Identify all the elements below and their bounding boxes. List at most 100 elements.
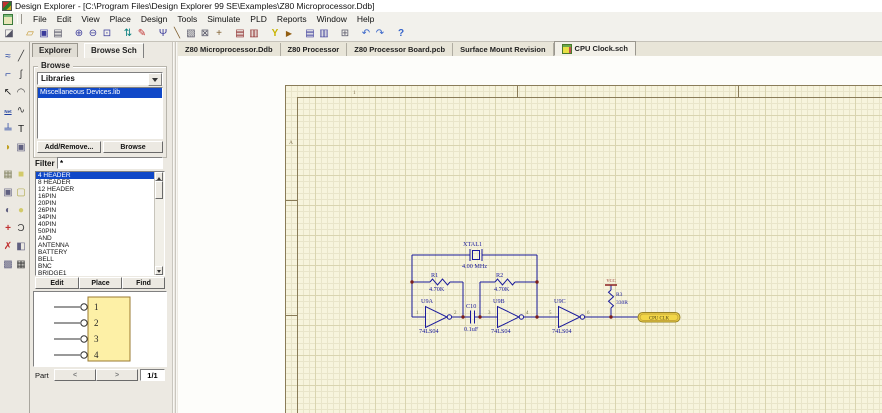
capacitor-symbol[interactable] [471,311,475,324]
bus-tool-icon[interactable]: ⌐ [2,67,15,82]
scroll-up-icon[interactable] [155,172,163,181]
component-list-item[interactable]: BNC [36,263,164,270]
component-list-item[interactable]: 20PIN [36,200,164,207]
inner-rect-tool-icon[interactable]: ▣ [2,185,15,200]
select-area-icon[interactable]: ▧ [184,26,198,41]
chevron-down-icon[interactable] [148,73,162,86]
menu-simulate[interactable]: Simulate [202,12,245,26]
menu-grip-handle[interactable] [17,14,22,24]
inverter-symbols[interactable] [426,307,585,328]
doc-tab-cpu-clock-sch[interactable]: CPU Clock.sch [554,41,636,56]
power-port-tool-icon[interactable]: ╧ [2,122,15,137]
sheet-symbol-tool-icon[interactable]: ▣ [15,140,28,155]
menu-edit[interactable]: Edit [52,12,77,26]
drawing-tools-icon[interactable]: ╲ [170,26,184,41]
scroll-down-icon[interactable] [155,266,163,275]
crystal-symbol[interactable] [470,249,482,261]
open-document-icon[interactable]: ▱ [23,26,37,41]
redo-icon[interactable]: ↷ [373,26,387,41]
browse-library-icon[interactable]: ▤ [233,26,247,41]
doc-tab-z80-processor-board-pcb[interactable]: Z80 Processor Board.pcb [347,43,453,56]
component-list-item[interactable]: BELL [36,256,164,263]
doc-tab-z80-processor[interactable]: Z80 Processor [281,43,348,56]
tab-explorer[interactable]: Explorer [32,43,78,57]
arc-tool-icon[interactable]: ◠ [15,85,28,100]
component-list-item[interactable]: ANTENNA [36,242,164,249]
grid-tool-icon[interactable]: ▦ [15,257,28,272]
find-button[interactable]: Find [122,277,165,289]
zoom-all-icon[interactable]: ⊡ [100,26,114,41]
scroll-thumb[interactable] [155,181,163,199]
component-list-item[interactable]: 16PIN [36,193,164,200]
redraw-icon[interactable]: ✎ [135,26,149,41]
doc-tab-z80-microprocessor-ddb[interactable]: Z80 Microprocessor.Ddb [178,43,281,56]
tab-browse-sch[interactable]: Browse Sch [84,43,144,58]
rect-tool-icon[interactable]: ▦ [2,167,15,182]
menu-help[interactable]: Help [352,12,379,26]
menu-design[interactable]: Design [136,12,172,26]
schematic-canvas[interactable]: 1 A [178,56,882,413]
ellipse-tool-icon[interactable]: ● [15,203,28,218]
run-icon[interactable]: ▶ [282,26,296,41]
wire-tool-icon[interactable]: ≈ [2,49,15,64]
filled-rect-tool-icon[interactable]: ■ [15,167,28,182]
help-icon[interactable]: ? [394,26,408,41]
browse-button[interactable]: Browse [103,141,163,153]
component-list[interactable]: 4 HEADER 8 HEADER 12 HEADER 16PIN 20PIN … [35,171,165,276]
curve-tool-icon[interactable]: ʃ [15,67,28,82]
line-tool-icon[interactable]: ╱ [15,49,28,64]
component-list-item[interactable]: BATTERY [36,249,164,256]
add-remove-button[interactable]: Add/Remove... [37,141,101,153]
paste-array-icon[interactable]: ⊞ [338,26,352,41]
text-tool-icon[interactable]: T [15,122,28,137]
place-button[interactable]: Place [79,277,122,289]
menu-file[interactable]: File [28,12,52,26]
menu-window[interactable]: Window [312,12,352,26]
panel-splitter[interactable] [170,42,178,413]
browse-library-alt-icon[interactable]: ▥ [247,26,261,41]
active-document-icon[interactable] [3,14,13,25]
undo-icon[interactable]: ↶ [359,26,373,41]
wires[interactable] [412,255,638,317]
resistor-symbols[interactable] [430,279,614,308]
component-list-item[interactable]: BRIDGE1 [36,270,164,276]
deselect-icon[interactable]: ⊠ [198,26,212,41]
half-ellipse-tool-icon[interactable]: ◐ [2,203,15,218]
open-arc-tool-icon[interactable]: Ɔ [15,221,28,236]
delete-tool-icon[interactable]: ✗ [2,239,15,254]
component-list-scrollbar[interactable] [154,172,164,275]
zoom-in-icon[interactable]: ⊕ [72,26,86,41]
move-item-icon[interactable]: + [212,26,226,41]
menu-reports[interactable]: Reports [272,12,312,26]
component-list-item[interactable]: 34PIN [36,214,164,221]
vcc-power-port[interactable]: VCC [605,278,617,285]
wiring-tools-icon[interactable]: Ψ [156,26,170,41]
print-icon[interactable]: ▤ [51,26,65,41]
next-part-button[interactable]: > [96,369,138,381]
component-list-item[interactable]: AND [36,235,164,242]
doc-tab-surface-mount-revision[interactable]: Surface Mount Revision [453,43,553,56]
component-list-item[interactable]: 8 HEADER [36,179,164,186]
filter-input[interactable] [57,157,163,169]
zoom-out-icon[interactable]: ⊖ [86,26,100,41]
cpu-clk-port[interactable]: CPU CLK [638,313,680,323]
sort-updown-icon[interactable]: ⇅ [121,26,135,41]
edit-button[interactable]: Edit [35,277,79,289]
net-label-tool-icon[interactable]: Net [2,104,15,119]
part-tool-icon[interactable]: ◗ [2,140,15,155]
menu-pld[interactable]: PLD [245,12,272,26]
explorer-toggle-icon[interactable]: ◪ [2,26,16,41]
remove-part-icon[interactable]: ▥ [317,26,331,41]
add-part-icon[interactable]: ▤ [303,26,317,41]
save-icon[interactable]: ▣ [37,26,51,41]
sine-tool-icon[interactable]: ∿ [15,103,28,118]
component-list-item[interactable]: 40PIN [36,221,164,228]
component-list-item[interactable]: 50PIN [36,228,164,235]
browse-mode-select[interactable]: Libraries [37,72,163,85]
menu-view[interactable]: View [76,12,104,26]
library-list-item[interactable]: Miscellaneous Devices.lib [38,88,162,98]
window-tool-icon[interactable]: ◧ [15,239,28,254]
menu-place[interactable]: Place [105,12,136,26]
component-list-item[interactable]: 4 HEADER [36,172,164,179]
menu-tools[interactable]: Tools [172,12,202,26]
